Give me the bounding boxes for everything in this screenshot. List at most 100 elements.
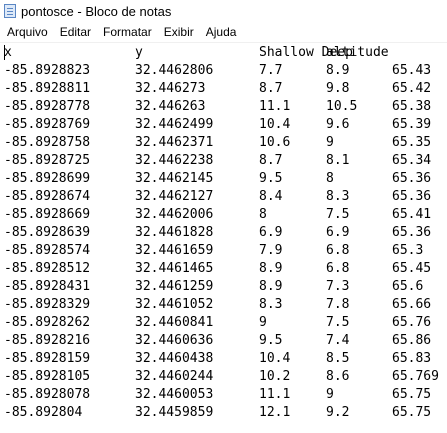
text-editor-area[interactable]: x y Shallow Deep altitude -85.8928823 32.4462… [0, 43, 447, 433]
text-column-1: -85.8928216 [4, 333, 91, 348]
text-column-5: 65.83 [392, 351, 432, 366]
text-column-2: 32.4460636 [135, 333, 214, 348]
text-column-1: -85.8928639 [4, 225, 91, 240]
menu-ajuda[interactable]: Ajuda [200, 25, 243, 39]
text-line: -85.8928674 32.4462127 8.4 8.3 65.36 [4, 189, 447, 205]
menu-formatar[interactable]: Formatar [97, 25, 158, 39]
title-bar: pontosce - Bloco de notas [0, 0, 447, 22]
text-column-4: 9 [326, 135, 334, 150]
text-column-5: 65.66 [392, 297, 432, 312]
text-line: -85.8928078 32.4460053 11.1 9 65.75 [4, 387, 447, 403]
text-column-1: -85.892804 [4, 405, 83, 420]
text-column-1: -85.8928811 [4, 81, 91, 96]
menu-exibir[interactable]: Exibir [158, 25, 200, 39]
text-column-3: 11.1 [259, 99, 291, 114]
text-line: -85.8928778 32.446263 11.1 10.5 65.38 [4, 99, 447, 115]
text-column-3: 7.7 [259, 63, 283, 78]
text-column-1: -85.8928105 [4, 369, 91, 384]
text-column-5: 65.39 [392, 117, 432, 132]
window-title: pontosce - Bloco de notas [21, 3, 172, 19]
text-line: -85.8928512 32.4461465 8.9 6.8 65.45 [4, 261, 447, 277]
text-column-2: y [135, 45, 143, 60]
text-column-5: 65.34 [392, 153, 432, 168]
text-column-3: 8.9 [259, 279, 283, 294]
text-column-1: -85.8928758 [4, 135, 91, 150]
text-column-3: 9 [259, 315, 267, 330]
text-column-5: 65.6 [392, 279, 424, 294]
text-column-4: 8.1 [326, 153, 350, 168]
text-column-2: 32.4460438 [135, 351, 214, 366]
text-column-2: 32.446263 [135, 99, 206, 114]
text-column-2: 32.4460053 [135, 387, 214, 402]
text-line: -85.892804 32.4459859 12.1 9.2 65.75 [4, 405, 447, 421]
text-column-1: -85.8928725 [4, 153, 91, 168]
text-column-4: 7.5 [326, 315, 350, 330]
text-column-4: 6.9 [326, 225, 350, 240]
text-column-5: 65.36 [392, 189, 432, 204]
text-column-2: 32.4459859 [135, 405, 214, 420]
text-column-4: 8 [326, 171, 334, 186]
text-column-1: x [4, 45, 12, 60]
menu-arquivo[interactable]: Arquivo [0, 25, 54, 39]
text-column-3: 8.3 [259, 297, 283, 312]
text-column-5: 65.86 [392, 333, 432, 348]
text-line: -85.8928159 32.4460438 10.4 8.5 65.83 [4, 351, 447, 367]
text-column-1: -85.8928159 [4, 351, 91, 366]
text-column-4: 7.8 [326, 297, 350, 312]
text-column-1: -85.8928431 [4, 279, 91, 294]
text-column-5: 65.3 [392, 243, 424, 258]
text-column-1: -85.8928823 [4, 63, 91, 78]
text-column-2: 32.4461659 [135, 243, 214, 258]
text-column-2: 32.4462371 [135, 135, 214, 150]
text-column-3: 11.1 [259, 387, 291, 402]
menu-editar[interactable]: Editar [54, 25, 97, 39]
text-column-4: 7.4 [326, 333, 350, 348]
text-line: -85.8928105 32.4460244 10.2 8.6 65.769 [4, 369, 447, 385]
text-column-4: 9 [326, 387, 334, 402]
text-column-3: 8.4 [259, 189, 283, 204]
text-column-3: 8.7 [259, 81, 283, 96]
text-column-5: 65.75 [392, 405, 432, 420]
text-column-3: 10.4 [259, 117, 291, 132]
text-column-3: 6.9 [259, 225, 283, 240]
text-column-2: 32.4460244 [135, 369, 214, 384]
text-column-2: 32.4461828 [135, 225, 214, 240]
text-column-4: 8.6 [326, 369, 350, 384]
text-column-5: 65.769 [392, 369, 439, 384]
text-column-3: 8.7 [259, 153, 283, 168]
text-column-2: 32.4462145 [135, 171, 214, 186]
text-column-4: 7.5 [326, 207, 350, 222]
text-column-2: 32.4462806 [135, 63, 214, 78]
text-column-4: 8.9 [326, 63, 350, 78]
text-line: -85.8928639 32.4461828 6.9 6.9 65.36 [4, 225, 447, 241]
text-column-5: 65.42 [392, 81, 432, 96]
text-column-3: 8 [259, 207, 267, 222]
text-line: -85.8928669 32.4462006 8 7.5 65.41 [4, 207, 447, 223]
text-column-5: 65.36 [392, 171, 432, 186]
text-column-4: 6.8 [326, 243, 350, 258]
text-column-2: 32.4461052 [135, 297, 214, 312]
text-column-3: 7.9 [259, 243, 283, 258]
text-column-2: 32.4462127 [135, 189, 214, 204]
text-line: -85.8928216 32.4460636 9.5 7.4 65.86 [4, 333, 447, 349]
text-column-5: 65.35 [392, 135, 432, 150]
text-column-1: -85.8928674 [4, 189, 91, 204]
text-column-2: 32.4460841 [135, 315, 214, 330]
text-line: -85.8928769 32.4462499 10.4 9.6 65.39 [4, 117, 447, 133]
text-column-2: 32.446273 [135, 81, 206, 96]
text-column-2: 32.4461259 [135, 279, 214, 294]
header-line: x y Shallow Deep altitude [4, 45, 447, 61]
text-column-1: -85.8928699 [4, 171, 91, 186]
text-line: -85.8928823 32.4462806 7.7 8.9 65.43 [4, 63, 447, 79]
text-column-1: -85.8928778 [4, 99, 91, 114]
text-column-3: 9.5 [259, 171, 283, 186]
text-column-2: 32.4462499 [135, 117, 214, 132]
text-column-2: 32.4461465 [135, 261, 214, 276]
text-column-4: 9.2 [326, 405, 350, 420]
text-column-1: -85.8928769 [4, 117, 91, 132]
text-column-2: 32.4462006 [135, 207, 214, 222]
text-column-1: -85.8928078 [4, 387, 91, 402]
menu-bar: Arquivo Editar Formatar Exibir Ajuda [0, 22, 447, 43]
text-column-4: 8.5 [326, 351, 350, 366]
text-column-5: 65.36 [392, 225, 432, 240]
